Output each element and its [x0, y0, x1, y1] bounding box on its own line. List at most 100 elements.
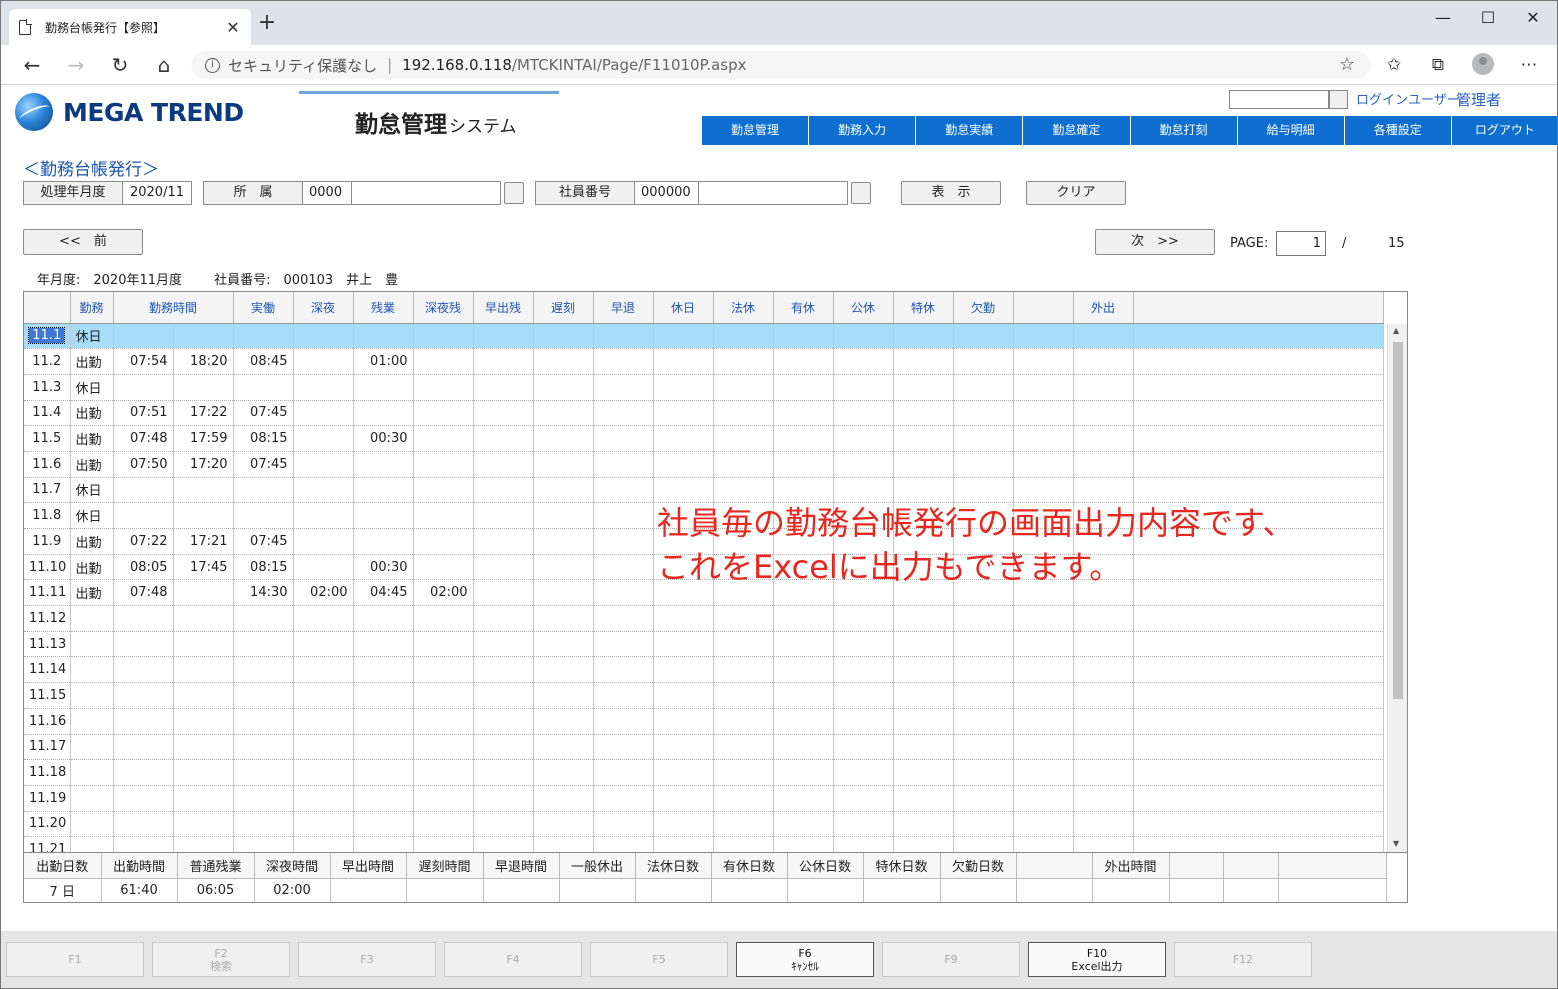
grid-cell[interactable]	[773, 759, 834, 786]
grid-cell[interactable]	[1073, 374, 1134, 401]
grid-cell[interactable]	[533, 348, 594, 375]
table-row[interactable]: 11.1 休日	[24, 323, 1384, 350]
grid-cell[interactable]	[353, 836, 414, 852]
grid-cell[interactable]	[713, 348, 774, 375]
grid-cell[interactable]	[653, 374, 714, 401]
grid-cell[interactable]	[533, 579, 594, 607]
grid-cell[interactable]	[1073, 451, 1134, 478]
grid-cell[interactable]: 11.19	[24, 785, 71, 812]
grid-cell[interactable]	[653, 785, 714, 812]
grid-cell[interactable]	[1073, 425, 1134, 452]
grid-cell[interactable]	[293, 451, 354, 478]
grid-cell[interactable]	[293, 425, 354, 452]
grid-cell[interactable]	[893, 451, 954, 478]
grid-cell[interactable]	[593, 579, 654, 607]
grid-cell[interactable]	[473, 323, 534, 350]
grid-cell[interactable]	[953, 605, 1014, 632]
grid-cell[interactable]	[593, 734, 654, 761]
grid-cell[interactable]	[1073, 631, 1134, 658]
grid-cell[interactable]	[653, 477, 714, 504]
grid-cell[interactable]	[953, 656, 1014, 684]
grid-cell[interactable]	[653, 605, 714, 632]
grid-cell[interactable]	[1133, 656, 1384, 684]
grid-cell[interactable]	[953, 374, 1014, 401]
grid-cell[interactable]	[1133, 708, 1384, 735]
grid-cell[interactable]	[173, 682, 234, 709]
dept-search-button[interactable]	[504, 182, 524, 204]
grid-cell[interactable]	[113, 323, 174, 350]
grid-cell[interactable]	[70, 708, 114, 735]
grid-cell[interactable]	[533, 554, 594, 581]
grid-cell[interactable]	[533, 400, 594, 427]
grid-cell[interactable]: 11.4	[24, 400, 71, 427]
table-row[interactable]: 11.7 休日	[24, 477, 1384, 504]
grid-cell[interactable]: 休日	[70, 502, 114, 529]
grid-cell[interactable]	[893, 631, 954, 658]
grid-cell[interactable]	[533, 811, 594, 838]
employee-name-input[interactable]	[698, 181, 848, 205]
table-row[interactable]: 11.19	[24, 785, 1384, 812]
grid-cell[interactable]	[833, 605, 894, 632]
grid-cell[interactable]	[593, 451, 654, 478]
menu-item-3[interactable]: 勤怠確定	[1023, 116, 1131, 145]
grid-cell[interactable]	[233, 477, 294, 504]
grid-cell[interactable]	[473, 811, 534, 838]
grid-cell[interactable]	[293, 605, 354, 632]
grid-cell[interactable]	[413, 323, 474, 350]
grid-cell[interactable]	[293, 811, 354, 838]
menu-item-6[interactable]: 各種設定	[1344, 116, 1452, 145]
grid-cell[interactable]: 02:00	[293, 579, 354, 607]
grid-cell[interactable]	[593, 374, 654, 401]
grid-cell[interactable]	[1073, 734, 1134, 761]
grid-cell[interactable]	[113, 759, 174, 786]
login-button[interactable]	[1329, 90, 1348, 109]
close-tab-icon[interactable]: ✕	[225, 18, 241, 37]
grid-cell[interactable]	[1073, 400, 1134, 427]
grid-cell[interactable]	[653, 323, 714, 350]
dept-name-input[interactable]	[351, 181, 501, 205]
grid-cell[interactable]	[293, 836, 354, 852]
grid-cell[interactable]	[953, 734, 1014, 761]
grid-cell[interactable]	[353, 502, 414, 529]
grid-cell[interactable]	[653, 708, 714, 735]
grid-cell[interactable]: 11.6	[24, 451, 71, 478]
grid-cell[interactable]	[413, 400, 474, 427]
grid-cell[interactable]	[233, 631, 294, 658]
grid-cell[interactable]	[1013, 759, 1074, 786]
grid-cell[interactable]	[353, 708, 414, 735]
grid-cell[interactable]	[653, 631, 714, 658]
table-row[interactable]: 11.4 出勤 07:51 17:22 07:45	[24, 400, 1384, 427]
grid-cell[interactable]: 18:20	[173, 348, 234, 375]
grid-cell[interactable]	[473, 682, 534, 709]
collections-icon[interactable]: ⧉	[1424, 51, 1452, 79]
dept-code-input[interactable]: 0000	[302, 181, 352, 205]
grid-cell[interactable]	[473, 348, 534, 375]
grid-cell[interactable]	[113, 502, 174, 529]
grid-cell[interactable]	[1073, 836, 1134, 852]
home-icon[interactable]: ⌂	[149, 51, 179, 79]
grid-cell[interactable]	[713, 374, 774, 401]
grid-cell[interactable]	[1073, 811, 1134, 838]
grid-cell[interactable]	[593, 477, 654, 504]
forward-icon[interactable]: →	[61, 51, 91, 79]
grid-cell[interactable]	[473, 656, 534, 684]
grid-cell[interactable]	[953, 400, 1014, 427]
grid-cell[interactable]	[1013, 400, 1074, 427]
grid-cell[interactable]	[833, 425, 894, 452]
grid-cell[interactable]	[353, 374, 414, 401]
grid-cell[interactable]	[173, 656, 234, 684]
grid-cell[interactable]	[353, 631, 414, 658]
grid-cell[interactable]	[713, 734, 774, 761]
grid-cell[interactable]	[533, 374, 594, 401]
grid-cell[interactable]	[893, 785, 954, 812]
grid-cell[interactable]: 11.11	[24, 579, 71, 607]
fkey-f6-button[interactable]: F6 ｷｬﾝｾﾙ	[736, 942, 874, 977]
grid-cell[interactable]	[713, 477, 774, 504]
grid-cell[interactable]: 11.10	[24, 554, 71, 581]
grid-cell[interactable]	[353, 528, 414, 555]
grid-cell[interactable]	[893, 734, 954, 761]
grid-cell[interactable]	[773, 400, 834, 427]
grid-cell[interactable]	[353, 323, 414, 350]
grid-cell[interactable]	[1133, 348, 1384, 375]
grid-cell[interactable]	[473, 605, 534, 632]
